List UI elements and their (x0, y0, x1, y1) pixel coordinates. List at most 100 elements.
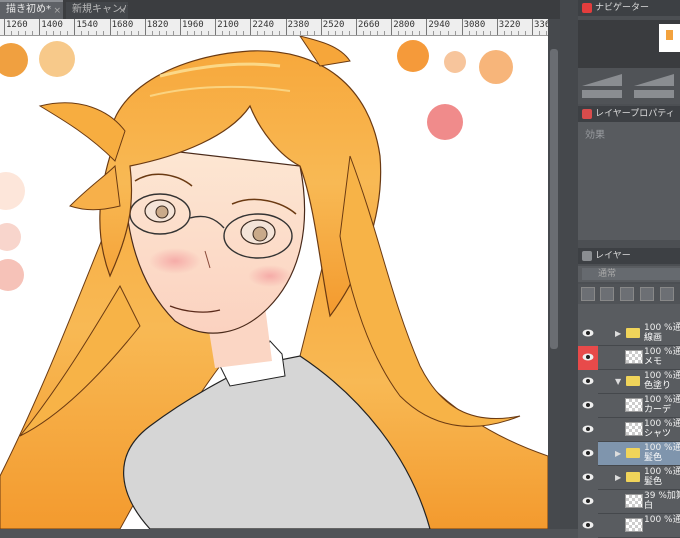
ruler-label: 2800 (393, 20, 415, 30)
ruler-minor-tick (53, 31, 55, 35)
layer-thumbnail (625, 422, 643, 436)
canvas-vertical-scrollbar[interactable] (548, 19, 560, 529)
ruler-minor-tick (412, 31, 414, 35)
ruler-minor-tick (123, 31, 125, 35)
layer-panel-header[interactable]: レイヤー (578, 248, 680, 264)
eye-icon (582, 497, 594, 505)
ruler-minor-tick (405, 31, 407, 35)
layer-visibility-toggle[interactable] (578, 514, 598, 538)
ruler-label: 2520 (322, 20, 345, 30)
layer-row[interactable]: ▼ 100 %通常色塗り (578, 370, 680, 394)
layer-name: シャツ (644, 429, 672, 439)
navigator-zoom-controls (578, 68, 680, 104)
ruler-minor-tick (11, 31, 13, 35)
folder-expand-icon[interactable]: ▶ (615, 449, 621, 458)
layer-name: メモ (644, 357, 663, 367)
ruler-minor-tick (482, 31, 484, 35)
layer-visibility-toggle[interactable] (578, 466, 598, 490)
ruler-label: 3080 (463, 20, 486, 30)
ruler-label: 1260 (6, 20, 28, 30)
eye-icon (582, 449, 594, 457)
folder-expand-icon[interactable]: ▶ (615, 473, 621, 482)
ruler-minor-tick (539, 31, 541, 35)
ruler-minor-tick (377, 31, 379, 35)
eye-icon (582, 329, 594, 337)
layer-visibility-toggle[interactable] (578, 442, 598, 466)
layer-thumbnail (625, 398, 643, 412)
ruler-minor-tick (158, 31, 160, 35)
folder-expand-icon[interactable]: ▼ (615, 377, 621, 386)
layer-property-panel-header[interactable]: レイヤープロパティ (578, 106, 680, 122)
ruler-tick (356, 19, 357, 35)
layer-opacity-blend: 100 %通常 (644, 419, 680, 429)
ruler-minor-tick (88, 31, 90, 35)
layer-visibility-toggle[interactable] (578, 370, 598, 394)
lock-icon[interactable] (620, 287, 634, 301)
layer-visibility-toggle[interactable] (578, 418, 598, 442)
ruler-label: 2660 (358, 20, 380, 30)
palette-swatch (427, 104, 463, 140)
ruler-minor-tick (271, 31, 273, 35)
layer-panel-title: レイヤー (595, 251, 631, 261)
navigator-panel-header[interactable]: ナビゲーター (578, 0, 680, 16)
document-tab[interactable]: 新規キャンバス* × (66, 2, 128, 19)
zoom-out-button[interactable] (582, 90, 622, 98)
layer-visibility-toggle[interactable] (578, 490, 598, 514)
ruler-tick (496, 19, 498, 35)
layer-visibility-toggle[interactable] (578, 394, 598, 418)
layer-opacity-blend: 100 %通常 (644, 323, 680, 333)
ruler-minor-tick (363, 31, 365, 35)
layer-visibility-toggle[interactable] (578, 346, 598, 370)
layer-property-title: レイヤープロパティ (595, 109, 675, 119)
ruler-minor-tick (306, 31, 308, 35)
layer-row[interactable]: 100 %通常 (578, 514, 680, 538)
palette-swatch (0, 259, 24, 291)
layer-row[interactable]: ▶ 100 %通常線画 (578, 322, 680, 346)
ruler-minor-tick (102, 31, 104, 35)
ruler-minor-tick (137, 31, 139, 35)
drawing-canvas[interactable] (0, 36, 548, 529)
folder-icon (626, 448, 640, 458)
zoom-slider[interactable] (582, 74, 622, 86)
layer-opacity-blend: 100 %通常 (644, 467, 680, 477)
folder-expand-icon[interactable]: ▶ (615, 329, 621, 338)
ruler-minor-tick (454, 31, 456, 35)
scrollbar-thumb[interactable] (550, 49, 558, 349)
ruler-minor-tick (489, 31, 491, 35)
ruler-minor-tick (172, 31, 174, 35)
layer-row[interactable]: 39 %加算白 (578, 490, 680, 514)
reference-icon[interactable] (660, 287, 674, 301)
folder-icon (626, 328, 640, 338)
blend-mode-select[interactable]: 通常 (582, 268, 680, 280)
document-tab-active[interactable]: 描き初め* × (0, 0, 63, 19)
ruler-minor-tick (510, 31, 512, 35)
ruler-minor-tick (475, 31, 477, 35)
layer-row[interactable]: ▶ 100 %通常髪色 (578, 442, 680, 466)
ruler-minor-tick (201, 31, 203, 35)
close-icon[interactable]: × (118, 5, 126, 17)
ruler-minor-tick (46, 31, 48, 35)
layer-opacity-blend: 100 %通常 (644, 515, 680, 525)
panel-collapse-strip[interactable] (560, 0, 578, 529)
ruler-minor-tick (116, 31, 118, 35)
layer-visibility-toggle[interactable] (578, 322, 598, 346)
layer-row[interactable]: 100 %通常メモ (578, 346, 680, 370)
ruler-minor-tick (243, 31, 245, 35)
layer-color-icon[interactable] (581, 287, 595, 301)
ruler-minor-tick (151, 31, 153, 35)
layer-row[interactable]: 100 %通常シャツ (578, 418, 680, 442)
ruler-minor-tick (208, 31, 210, 35)
ruler-minor-tick (257, 31, 259, 35)
ruler-minor-tick (419, 31, 421, 35)
ruler-minor-tick (18, 31, 20, 35)
palette-swatch (479, 50, 513, 84)
layer-row[interactable]: ▶ 100 %通常髪色 (578, 466, 680, 490)
zoom-in-button[interactable] (634, 90, 674, 98)
layer-mask-icon[interactable] (600, 287, 614, 301)
palette-swatch (0, 172, 25, 210)
rotate-slider[interactable] (634, 74, 674, 86)
eye-icon (582, 377, 594, 385)
close-icon[interactable]: × (53, 5, 61, 17)
layer-row[interactable]: 100 %通常カーデ (578, 394, 680, 418)
clip-icon[interactable] (640, 287, 654, 301)
